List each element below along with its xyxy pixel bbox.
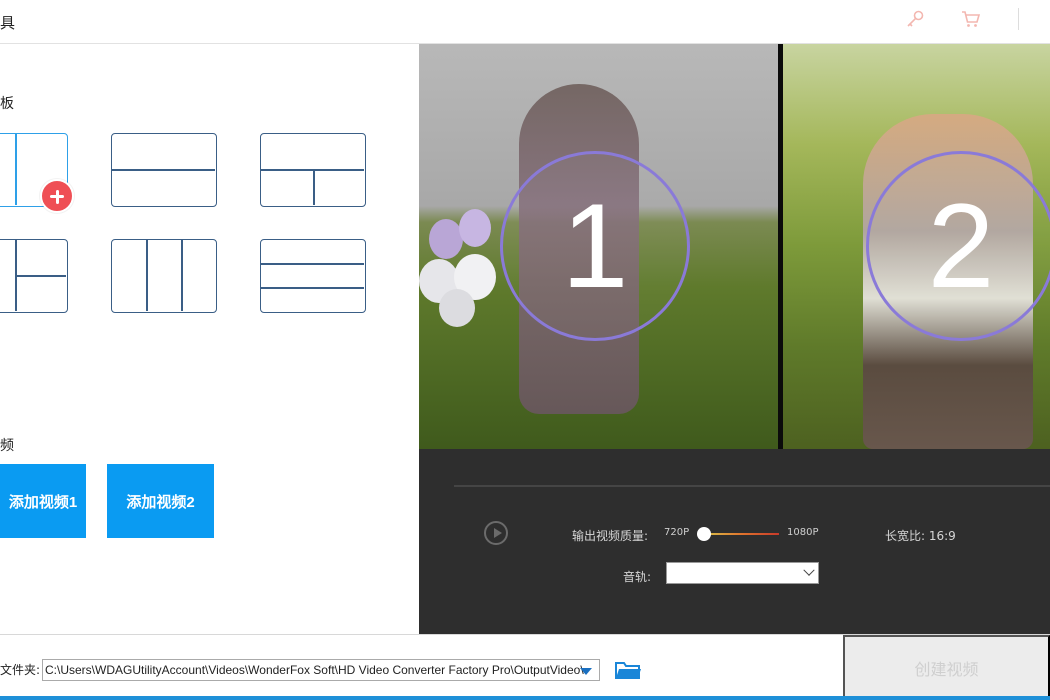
audio-track-select[interactable] bbox=[666, 562, 819, 584]
clip2-number: 2 bbox=[866, 151, 1050, 341]
key-icon[interactable] bbox=[904, 8, 926, 30]
template-2-horizontal[interactable] bbox=[111, 133, 217, 207]
video-preview[interactable]: 1 2 bbox=[419, 44, 1050, 449]
clip2-preview[interactable]: 2 bbox=[783, 44, 1050, 449]
quality-min-label: 720P bbox=[664, 527, 690, 538]
cart-icon[interactable] bbox=[960, 8, 982, 30]
audio-track-label: 音轨: bbox=[623, 570, 652, 584]
clip1-preview[interactable]: 1 bbox=[419, 44, 778, 449]
bottom-accent-bar bbox=[0, 696, 1050, 700]
path-dropdown-icon[interactable] bbox=[578, 663, 594, 677]
template-3-left-right-split[interactable] bbox=[0, 239, 68, 313]
quality-max-label: 1080P bbox=[787, 527, 819, 538]
template-3-top-bottom-split[interactable] bbox=[260, 133, 366, 207]
template-3-vertical[interactable] bbox=[111, 239, 217, 313]
titlebar-separator bbox=[1018, 8, 1019, 30]
output-folder-label: 文件夹: bbox=[0, 663, 41, 677]
plus-icon[interactable] bbox=[40, 179, 74, 213]
quality-slider-thumb[interactable] bbox=[697, 527, 711, 541]
play-icon[interactable] bbox=[484, 521, 508, 545]
add-video2-button[interactable]: 添加视频2 bbox=[107, 464, 214, 538]
left-panel: 板 频 添加视频1 添加视频2 bbox=[0, 45, 419, 634]
quality-slider-track[interactable] bbox=[704, 533, 779, 535]
window-title: 具 bbox=[0, 14, 16, 32]
output-path-input[interactable]: C:\Users\WDAGUtilityAccount\Videos\Wonde… bbox=[42, 659, 600, 681]
bottom-bar: 文件夹: C:\Users\WDAGUtilityAccount\Videos\… bbox=[0, 634, 1050, 700]
template-section-label: 板 bbox=[0, 96, 14, 112]
balloons-image bbox=[419, 209, 509, 329]
title-bar: 具 bbox=[0, 0, 1050, 44]
video-section-label: 频 bbox=[0, 438, 14, 454]
quality-label: 输出视频质量: bbox=[572, 529, 649, 543]
clip1-number: 1 bbox=[500, 151, 690, 341]
aspect-ratio-label: 长宽比: 16:9 bbox=[885, 529, 956, 543]
progress-track[interactable] bbox=[454, 485, 1050, 487]
template-3-horizontal[interactable] bbox=[260, 239, 366, 313]
folder-icon[interactable] bbox=[614, 659, 642, 681]
chevron-down-icon bbox=[803, 564, 815, 576]
create-video-button[interactable]: 创建视频 bbox=[843, 635, 1050, 700]
add-video1-button[interactable]: 添加视频1 bbox=[0, 464, 86, 538]
controls-panel: 输出视频质量: 720P 1080P 长宽比: 16:9 音轨: bbox=[419, 449, 1050, 634]
